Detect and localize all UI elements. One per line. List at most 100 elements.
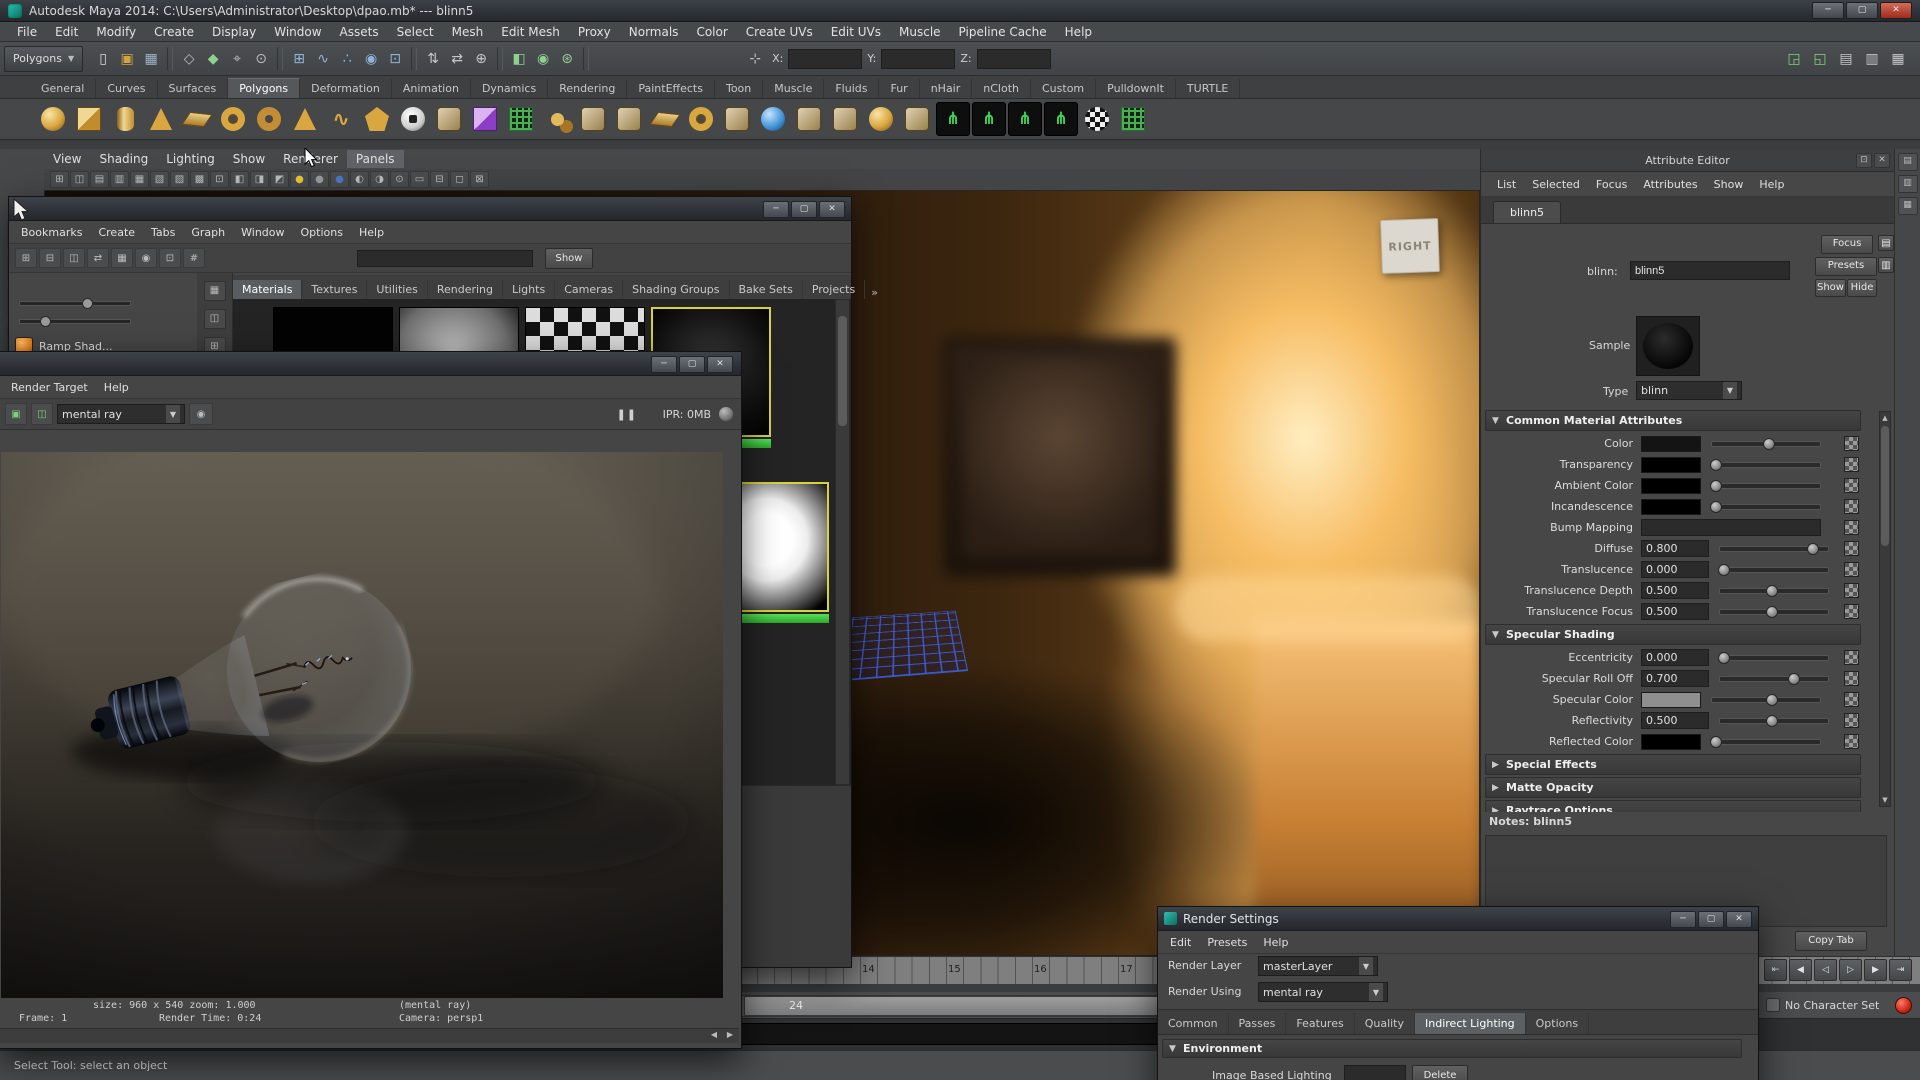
status-line-icon[interactable]: ⇅ bbox=[421, 47, 445, 71]
hypershade-show-button[interactable]: Show bbox=[545, 248, 593, 269]
hypershade-menu-item[interactable]: Tabs bbox=[143, 224, 183, 241]
node-name-field[interactable] bbox=[1630, 261, 1790, 280]
panel-toolbar-icon[interactable]: ⊠ bbox=[470, 171, 489, 188]
render-icon[interactable]: ◉ bbox=[189, 403, 213, 425]
status-line-icon[interactable]: ⊞ bbox=[287, 47, 311, 71]
menu-item[interactable]: Display bbox=[203, 23, 265, 41]
hypershade-tab[interactable]: Rendering bbox=[428, 280, 503, 299]
shelf-icon[interactable] bbox=[36, 102, 70, 136]
texture-map-button[interactable] bbox=[1844, 478, 1859, 493]
character-set-key-icon[interactable] bbox=[1766, 998, 1780, 1012]
menu-item[interactable]: Window bbox=[265, 23, 330, 41]
window-maximize-button[interactable]: ▢ bbox=[679, 356, 705, 373]
status-line-icon[interactable]: ⊙ bbox=[249, 47, 273, 71]
panel-toolbar-icon[interactable]: ⊙ bbox=[390, 171, 409, 188]
menu-item[interactable]: Select bbox=[388, 23, 443, 41]
window-minimize-button[interactable]: ─ bbox=[763, 201, 789, 218]
status-line-icon[interactable]: ◧ bbox=[507, 47, 531, 71]
shelf-icon[interactable] bbox=[720, 102, 754, 136]
hypershade-toolbar-icon[interactable]: ◉ bbox=[135, 248, 157, 268]
attribute-slider[interactable] bbox=[1719, 567, 1829, 573]
snapshot-icon[interactable]: ◫ bbox=[31, 403, 53, 425]
render-settings-tab[interactable]: Common bbox=[1158, 1013, 1229, 1034]
section-header-raytrace-options[interactable]: ▶ Raytrace Options bbox=[1485, 800, 1861, 812]
value-field[interactable]: 0.500 bbox=[1641, 603, 1709, 620]
status-line-icon[interactable]: ⌖ bbox=[225, 47, 249, 71]
create-bar-slider[interactable] bbox=[19, 319, 131, 324]
environment-section-header[interactable]: ▼ Environment bbox=[1162, 1039, 1742, 1058]
hide-button[interactable]: Hide bbox=[1847, 279, 1877, 297]
value-field[interactable]: 0.000 bbox=[1641, 561, 1709, 578]
status-line-icon[interactable]: ⊡ bbox=[383, 47, 407, 71]
attribute-editor-menu-item[interactable]: Help bbox=[1751, 176, 1792, 193]
auto-keyframe-button[interactable] bbox=[1895, 997, 1912, 1014]
attribute-slider[interactable] bbox=[1711, 697, 1821, 703]
hypershade-tab[interactable]: Cameras bbox=[555, 280, 623, 299]
attribute-editor-scrollbar[interactable]: ▲ ▼ bbox=[1879, 411, 1891, 807]
menu-item[interactable]: Normals bbox=[620, 23, 688, 41]
status-line-icon[interactable]: ◉ bbox=[531, 47, 555, 71]
texture-map-button[interactable] bbox=[1844, 671, 1859, 686]
hypershade-toolbar-icon[interactable]: ◫ bbox=[63, 248, 85, 268]
shelf-tab[interactable]: Toon bbox=[715, 79, 763, 98]
attribute-slider[interactable] bbox=[1711, 483, 1821, 489]
sidebar-toggle-icon[interactable]: ◱ bbox=[1808, 47, 1832, 71]
panel-toolbar-icon[interactable]: ▤ bbox=[90, 171, 109, 188]
coordinate-y-input[interactable] bbox=[881, 49, 955, 69]
playback-button[interactable]: ◀ bbox=[1789, 959, 1812, 981]
texture-map-button[interactable] bbox=[1844, 541, 1859, 556]
shelf-icon[interactable] bbox=[612, 102, 646, 136]
slider-handle[interactable] bbox=[1710, 480, 1722, 492]
slider-handle[interactable] bbox=[1718, 564, 1730, 576]
attribute-editor-menu-item[interactable]: List bbox=[1489, 176, 1524, 193]
node-tab-blinn5[interactable]: blinn5 bbox=[1493, 201, 1561, 223]
playback-button[interactable]: ◁ bbox=[1814, 959, 1837, 981]
scroll-right-arrow-icon[interactable]: ▶ bbox=[727, 1030, 733, 1039]
panel-toolbar-icon[interactable]: ▥ bbox=[110, 171, 129, 188]
attribute-slider[interactable] bbox=[1711, 441, 1821, 447]
attribute-editor-menu-item[interactable]: Selected bbox=[1524, 176, 1588, 193]
menu-item[interactable]: Create bbox=[145, 23, 203, 41]
status-line-icon[interactable] bbox=[277, 47, 283, 71]
panel-menu-item[interactable]: Lighting bbox=[157, 150, 224, 168]
panel-toolbar-icon[interactable]: ⊡ bbox=[210, 171, 229, 188]
window-minimize-button[interactable]: ─ bbox=[1812, 2, 1844, 19]
shelf-tab[interactable]: Curves bbox=[96, 79, 157, 98]
panel-toolbar-icon[interactable]: ⊟ bbox=[430, 171, 449, 188]
window-maximize-button[interactable]: ▢ bbox=[791, 201, 817, 218]
attribute-slider[interactable] bbox=[1719, 655, 1829, 661]
tool-settings-toggle-icon[interactable]: ▥ bbox=[1898, 175, 1918, 193]
panel-menu-item[interactable]: Show bbox=[224, 150, 274, 168]
texture-map-button[interactable] bbox=[1844, 520, 1859, 535]
hypershade-menu-item[interactable]: Graph bbox=[183, 224, 233, 241]
hypershade-tab[interactable]: Projects bbox=[803, 280, 865, 299]
shelf-icon[interactable] bbox=[756, 102, 790, 136]
show-attributes-icon[interactable]: ▤ bbox=[1878, 235, 1894, 251]
renderer-dropdown[interactable]: mental ray ▼ bbox=[57, 404, 185, 424]
menu-item[interactable]: Color bbox=[687, 23, 736, 41]
shelf-icon[interactable] bbox=[828, 102, 862, 136]
render-settings-title-bar[interactable]: Render Settings ─ ▢ ✕ bbox=[1158, 907, 1758, 931]
value-field[interactable]: 0.500 bbox=[1641, 712, 1709, 729]
section-header-common-material[interactable]: ▼ Common Material Attributes bbox=[1485, 410, 1861, 431]
hypershade-tab[interactable]: Shading Groups bbox=[623, 280, 729, 299]
transform-entry-icon[interactable]: ⊹ bbox=[743, 47, 767, 71]
render-settings-menu-item[interactable]: Presets bbox=[1199, 934, 1255, 951]
playback-button[interactable]: ⇤ bbox=[1764, 959, 1787, 981]
shelf-tab[interactable]: General bbox=[30, 79, 96, 98]
shelf-icon[interactable] bbox=[1044, 102, 1078, 136]
shelf-tab[interactable]: Animation bbox=[392, 79, 471, 98]
shelf-icon[interactable] bbox=[504, 102, 538, 136]
hypershade-tab[interactable]: Materials bbox=[233, 280, 302, 299]
shelf-tab[interactable]: Fluids bbox=[824, 79, 879, 98]
shelf-icon[interactable] bbox=[216, 102, 250, 136]
panel-toolbar-icon[interactable]: ◑ bbox=[370, 171, 389, 188]
shelf-icon[interactable] bbox=[288, 102, 322, 136]
status-line-icon[interactable]: ⊛ bbox=[555, 47, 579, 71]
shelf-icon[interactable] bbox=[396, 102, 430, 136]
panel-toolbar-icon[interactable]: ◧ bbox=[230, 171, 249, 188]
shelf-icon[interactable] bbox=[1008, 102, 1042, 136]
status-line-icon[interactable]: ∿ bbox=[311, 47, 335, 71]
material-sample-swatch[interactable] bbox=[1636, 316, 1700, 376]
shelf-icon[interactable] bbox=[540, 102, 574, 136]
